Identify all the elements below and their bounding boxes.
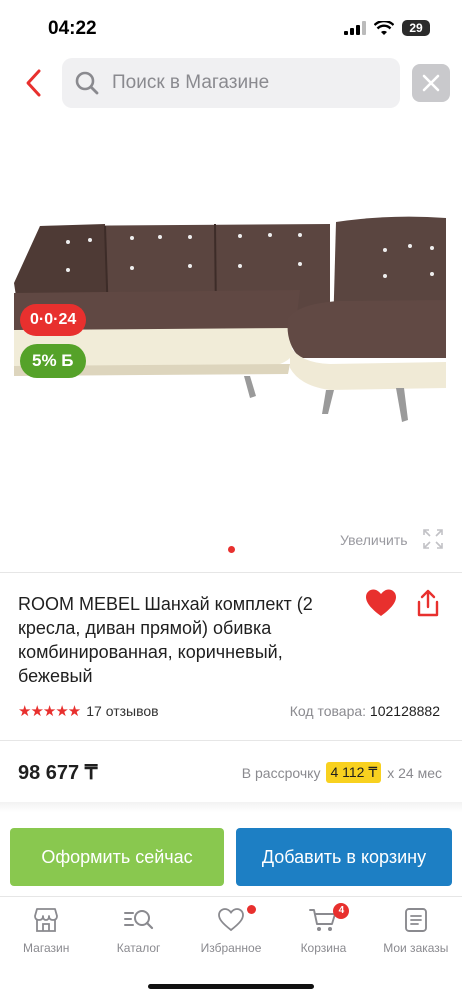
product-code-value: 102128882	[369, 703, 440, 719]
battery-indicator: 29	[402, 20, 430, 36]
timer-badge: 0·0·24	[20, 304, 87, 336]
tab-label-orders: Мои заказы	[383, 941, 449, 955]
cart-count-badge: 4	[333, 903, 350, 919]
product-code: Код товара: 102128882	[290, 703, 440, 719]
chevron-left-icon	[26, 69, 41, 97]
tab-favorites[interactable]: Избранное	[185, 897, 277, 966]
clear-search-button[interactable]	[412, 64, 450, 102]
status-bar: 04:22 29	[0, 0, 462, 56]
tab-shop[interactable]: Магазин	[0, 897, 92, 966]
close-icon	[422, 74, 440, 92]
divider	[0, 740, 462, 741]
tab-catalog[interactable]: Каталог	[92, 897, 184, 966]
reviews-link[interactable]: 17 отзывов	[86, 703, 158, 719]
share-icon[interactable]	[414, 588, 442, 618]
checkout-now-button[interactable]: Оформить сейчас	[10, 828, 224, 886]
heart-icon[interactable]	[364, 588, 398, 618]
search-icon	[75, 71, 99, 95]
tab-label-cart: Корзина	[300, 941, 347, 955]
installment-info[interactable]: В рассрочку 4 112 ₸ х 24 мес	[242, 762, 442, 783]
search-box[interactable]	[62, 58, 400, 108]
tab-label-catalog: Каталог	[116, 941, 161, 955]
bottom-tab-bar: Магазин Каталог Избранное 4 Корзина Мои …	[0, 896, 462, 966]
section-separator	[0, 802, 462, 812]
expand-icon[interactable]	[422, 528, 444, 550]
catalog-icon	[123, 910, 153, 930]
carousel-pager-dot	[228, 546, 235, 553]
home-indicator	[148, 984, 314, 989]
orders-icon	[404, 908, 427, 932]
status-indicators: 29	[344, 20, 430, 36]
product-price: 98 677 ₸	[18, 762, 98, 784]
tab-label-favorites: Избранное	[200, 941, 262, 955]
product-title: ROOM MEBEL Шанхай комплект (2 кресла, ди…	[18, 594, 313, 686]
divider	[0, 572, 462, 573]
notification-dot	[246, 905, 256, 914]
rating-row[interactable]: ★★★★★ 17 отзывов	[18, 702, 159, 720]
installment-suffix: х 24 мес	[387, 764, 442, 781]
installment-amount: 4 112 ₸	[326, 762, 382, 783]
tab-cart[interactable]: 4 Корзина	[277, 897, 369, 966]
bonus-badge: 5% Б	[20, 344, 86, 378]
search-input[interactable]	[112, 58, 392, 108]
search-header	[0, 58, 462, 108]
signal-icon	[344, 21, 366, 35]
product-image-carousel[interactable]: 0·0·24 5% Б	[0, 118, 462, 548]
add-to-cart-button[interactable]: Добавить в корзину	[236, 828, 452, 886]
status-time: 04:22	[48, 18, 97, 39]
tab-orders[interactable]: Мои заказы	[370, 897, 462, 966]
product-code-label: Код товара:	[289, 703, 367, 719]
shop-icon	[34, 908, 59, 932]
wifi-icon	[374, 20, 394, 35]
installment-prefix: В рассрочку	[241, 764, 321, 781]
back-button[interactable]	[20, 66, 50, 100]
tab-label-shop: Магазин	[23, 941, 70, 955]
heart-outline-icon	[218, 908, 244, 932]
zoom-label[interactable]: Увеличить	[340, 532, 408, 548]
rating-stars: ★★★★★	[18, 703, 81, 720]
